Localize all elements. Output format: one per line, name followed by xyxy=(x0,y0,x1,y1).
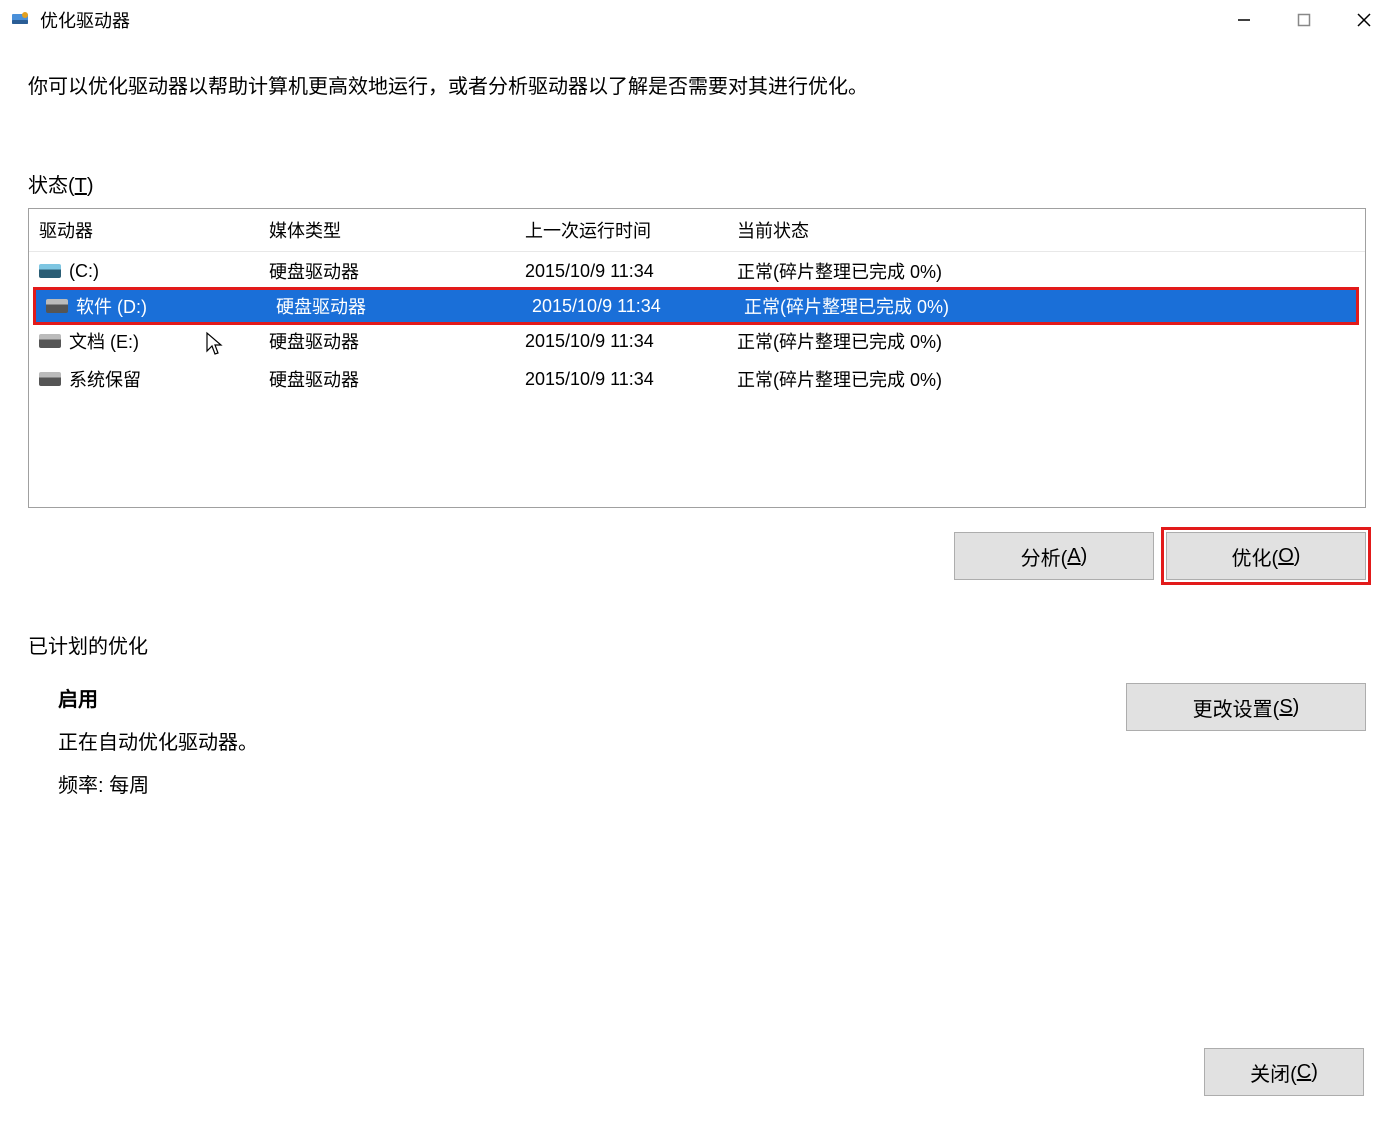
drive-row-sysreserved[interactable]: 系统保留 硬盘驱动器 2015/10/9 11:34 正常(碎片整理已完成 0%… xyxy=(29,360,1365,398)
analyze-button[interactable]: 分析(A) xyxy=(954,532,1154,580)
col-header-media[interactable]: 媒体类型 xyxy=(269,217,525,243)
scheduled-section-label: 已计划的优化 xyxy=(28,630,1366,659)
drive-icon xyxy=(39,264,61,278)
drive-row-d[interactable]: 软件 (D:) 硬盘驱动器 2015/10/9 11:34 正常(碎片整理已完成… xyxy=(33,287,1359,325)
app-icon xyxy=(10,10,30,30)
drive-list[interactable]: 驱动器 媒体类型 上一次运行时间 当前状态 (C:) 硬盘驱动器 2015/10… xyxy=(28,208,1366,508)
drive-row-e[interactable]: 文档 (E:) 硬盘驱动器 2015/10/9 11:34 正常(碎片整理已完成… xyxy=(29,322,1365,360)
drive-row-c[interactable]: (C:) 硬盘驱动器 2015/10/9 11:34 正常(碎片整理已完成 0%… xyxy=(29,252,1365,290)
titlebar: 优化驱动器 xyxy=(0,0,1394,40)
status-label: 状态(T) xyxy=(28,169,1366,198)
window-title: 优化驱动器 xyxy=(40,7,1214,33)
maximize-button[interactable] xyxy=(1274,0,1334,40)
col-header-status[interactable]: 当前状态 xyxy=(737,217,1355,243)
minimize-button[interactable] xyxy=(1214,0,1274,40)
col-header-drive[interactable]: 驱动器 xyxy=(39,217,269,243)
close-window-button[interactable] xyxy=(1334,0,1394,40)
close-button[interactable]: 关闭(C) xyxy=(1204,1048,1364,1096)
list-header: 驱动器 媒体类型 上一次运行时间 当前状态 xyxy=(29,209,1365,252)
drive-icon xyxy=(39,372,61,386)
window-controls xyxy=(1214,0,1394,40)
scheduled-title: 启用 xyxy=(58,683,1126,712)
drive-icon xyxy=(46,299,68,313)
description-text: 你可以优化驱动器以帮助计算机更高效地运行，或者分析驱动器以了解是否需要对其进行优… xyxy=(28,70,1366,99)
change-settings-button[interactable]: 更改设置(S) xyxy=(1126,683,1366,731)
scheduled-freq: 频率: 每周 xyxy=(58,769,1126,798)
optimize-button[interactable]: 优化(O) xyxy=(1166,532,1366,580)
scheduled-desc: 正在自动优化驱动器。 xyxy=(58,726,1126,755)
col-header-last[interactable]: 上一次运行时间 xyxy=(525,217,737,243)
drive-icon xyxy=(39,334,61,348)
